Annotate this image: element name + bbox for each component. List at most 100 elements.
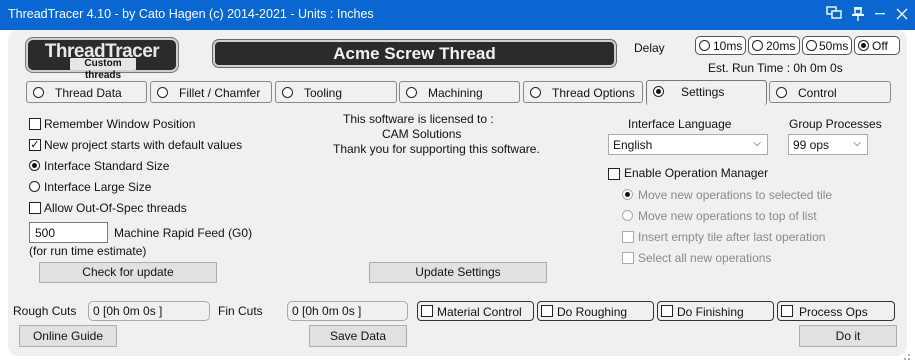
window-layout-icon[interactable] — [825, 6, 843, 24]
group-processes-label: Group Processes — [789, 117, 882, 131]
material-control-checkbox[interactable] — [421, 305, 433, 317]
process-ops-checkbox[interactable] — [781, 305, 793, 317]
check-update-button[interactable]: Check for update — [39, 262, 217, 283]
tab-thread-options[interactable]: Thread Options — [523, 81, 643, 103]
delay-option-10ms[interactable]: 10ms — [695, 36, 746, 55]
enable-op-manager-label: Enable Operation Manager — [624, 166, 769, 180]
rapid-feed-input[interactable]: 500 — [29, 222, 108, 243]
do-finishing-label: Do Finishing — [677, 305, 744, 319]
delay-option-off[interactable]: Off — [854, 36, 900, 55]
tab-settings[interactable]: Settings — [646, 80, 767, 105]
select-all-label: Select all new operations — [638, 251, 772, 265]
tab-fillet-chamfer-label: Fillet / Chamfer — [179, 86, 261, 100]
material-control-toggle[interactable]: Material Control — [417, 301, 534, 321]
thread-name-banner: Acme Screw Thread — [213, 40, 616, 67]
tab-thread-data-radio[interactable] — [33, 87, 44, 98]
tab-tooling-radio[interactable] — [282, 87, 293, 98]
do-finishing-checkbox[interactable] — [661, 305, 673, 317]
rough-cuts-field: 0 [0h 0m 0s ] — [88, 301, 210, 321]
resize-grip-icon[interactable] — [901, 350, 911, 360]
tab-tooling[interactable]: Tooling — [275, 81, 397, 103]
rough-cuts-value: 0 [0h 0m 0s ] — [93, 304, 163, 318]
interface-language-select[interactable]: English ⌵ — [608, 134, 768, 155]
insert-empty-checkbox[interactable] — [622, 231, 634, 243]
logo: ThreadTracer Custom threads — [26, 38, 178, 81]
fin-cuts-field: 0 [0h 0m 0s ] — [287, 301, 408, 321]
fin-cuts-label: Fin Cuts — [218, 304, 263, 318]
do-finishing-toggle[interactable]: Do Finishing — [657, 301, 774, 321]
allow-out-of-spec-label: Allow Out-Of-Spec threads — [44, 201, 187, 215]
rapid-feed-note: (for run time estimate) — [29, 244, 147, 258]
interface-language-value: English — [613, 138, 653, 152]
do-roughing-toggle[interactable]: Do Roughing — [537, 301, 654, 321]
delay-50ms-radio[interactable] — [806, 40, 817, 51]
do-roughing-label: Do Roughing — [557, 305, 628, 319]
tab-thread-data-label: Thread Data — [55, 86, 122, 100]
tab-thread-options-label: Thread Options — [552, 86, 635, 100]
delay-50ms-label: 50ms — [819, 39, 849, 53]
tab-control-label: Control — [798, 86, 837, 100]
tab-thread-data[interactable]: Thread Data — [26, 81, 147, 103]
save-data-button[interactable]: Save Data — [309, 325, 407, 347]
delay-10ms-label: 10ms — [713, 39, 743, 53]
move-selected-radio[interactable] — [622, 189, 633, 200]
insert-empty-label: Insert empty tile after last operation — [638, 230, 826, 244]
delay-off-radio[interactable] — [858, 40, 869, 51]
process-ops-toggle[interactable]: Process Ops — [777, 301, 895, 321]
remember-window-label: Remember Window Position — [44, 117, 196, 131]
interface-large-radio[interactable] — [29, 181, 40, 192]
tab-machining[interactable]: Machining — [399, 81, 520, 103]
move-top-label: Move new operations to top of list — [638, 209, 817, 223]
delay-option-50ms[interactable]: 50ms — [802, 36, 852, 55]
delay-20ms-radio[interactable] — [752, 40, 763, 51]
delay-label: Delay — [634, 41, 665, 55]
delay-20ms-label: 20ms — [766, 39, 796, 53]
material-control-label: Material Control — [437, 305, 522, 319]
tab-control-radio[interactable] — [776, 87, 787, 98]
allow-out-of-spec-checkbox[interactable] — [29, 202, 41, 214]
fin-cuts-value: 0 [0h 0m 0s ] — [292, 304, 362, 318]
group-processes-select[interactable]: 99 ops ⌵ — [788, 134, 868, 155]
tab-fillet-chamfer-radio[interactable] — [157, 87, 168, 98]
chevron-down-icon: ⌵ — [753, 138, 761, 149]
rough-cuts-label: Rough Cuts — [13, 304, 77, 318]
delay-10ms-radio[interactable] — [699, 40, 710, 51]
interface-language-label: Interface Language — [628, 117, 732, 131]
enable-op-manager-checkbox[interactable] — [608, 168, 620, 180]
tab-control[interactable]: Control — [769, 81, 891, 103]
select-all-checkbox[interactable] — [622, 252, 634, 264]
window-title: ThreadTracer 4.10 - by Cato Hagen (c) 20… — [8, 7, 374, 21]
est-run-time: Est. Run Time : 0h 0m 0s — [708, 61, 843, 75]
update-settings-button[interactable]: Update Settings — [369, 262, 547, 283]
chevron-down-icon: ⌵ — [853, 138, 861, 149]
license-holder: CAM Solutions — [382, 127, 462, 141]
license-thanks: Thank you for supporting this software. — [333, 142, 540, 156]
online-guide-button[interactable]: Online Guide — [19, 325, 117, 347]
interface-standard-radio[interactable] — [29, 160, 40, 171]
tab-tooling-label: Tooling — [304, 86, 343, 100]
tab-settings-radio[interactable] — [653, 86, 664, 97]
delay-option-20ms[interactable]: 20ms — [748, 36, 800, 55]
tab-thread-options-radio[interactable] — [530, 87, 541, 98]
new-project-defaults-checkbox[interactable]: ✓ — [29, 139, 41, 151]
tab-settings-label: Settings — [681, 85, 725, 99]
tab-machining-label: Machining — [428, 86, 483, 100]
logo-subtitle: Custom threads — [70, 58, 136, 81]
delay-off-label: Off — [872, 39, 888, 53]
close-icon[interactable] — [893, 6, 911, 24]
rapid-feed-value: 500 — [35, 226, 56, 240]
minimize-icon[interactable] — [871, 6, 889, 24]
group-processes-value: 99 ops — [793, 138, 830, 152]
do-roughing-checkbox[interactable] — [541, 305, 553, 317]
title-bar: ThreadTracer 4.10 - by Cato Hagen (c) 20… — [0, 0, 915, 30]
tab-machining-radio[interactable] — [406, 87, 417, 98]
do-it-button[interactable]: Do it — [799, 325, 897, 347]
process-ops-label: Process Ops — [799, 305, 868, 319]
interface-large-label: Interface Large Size — [44, 180, 152, 194]
interface-standard-label: Interface Standard Size — [44, 159, 170, 173]
pin-icon[interactable] — [849, 6, 867, 24]
remember-window-checkbox[interactable] — [29, 118, 41, 130]
move-selected-label: Move new operations to selected tile — [638, 188, 833, 202]
move-top-radio[interactable] — [622, 210, 633, 221]
tab-fillet-chamfer[interactable]: Fillet / Chamfer — [150, 81, 272, 103]
